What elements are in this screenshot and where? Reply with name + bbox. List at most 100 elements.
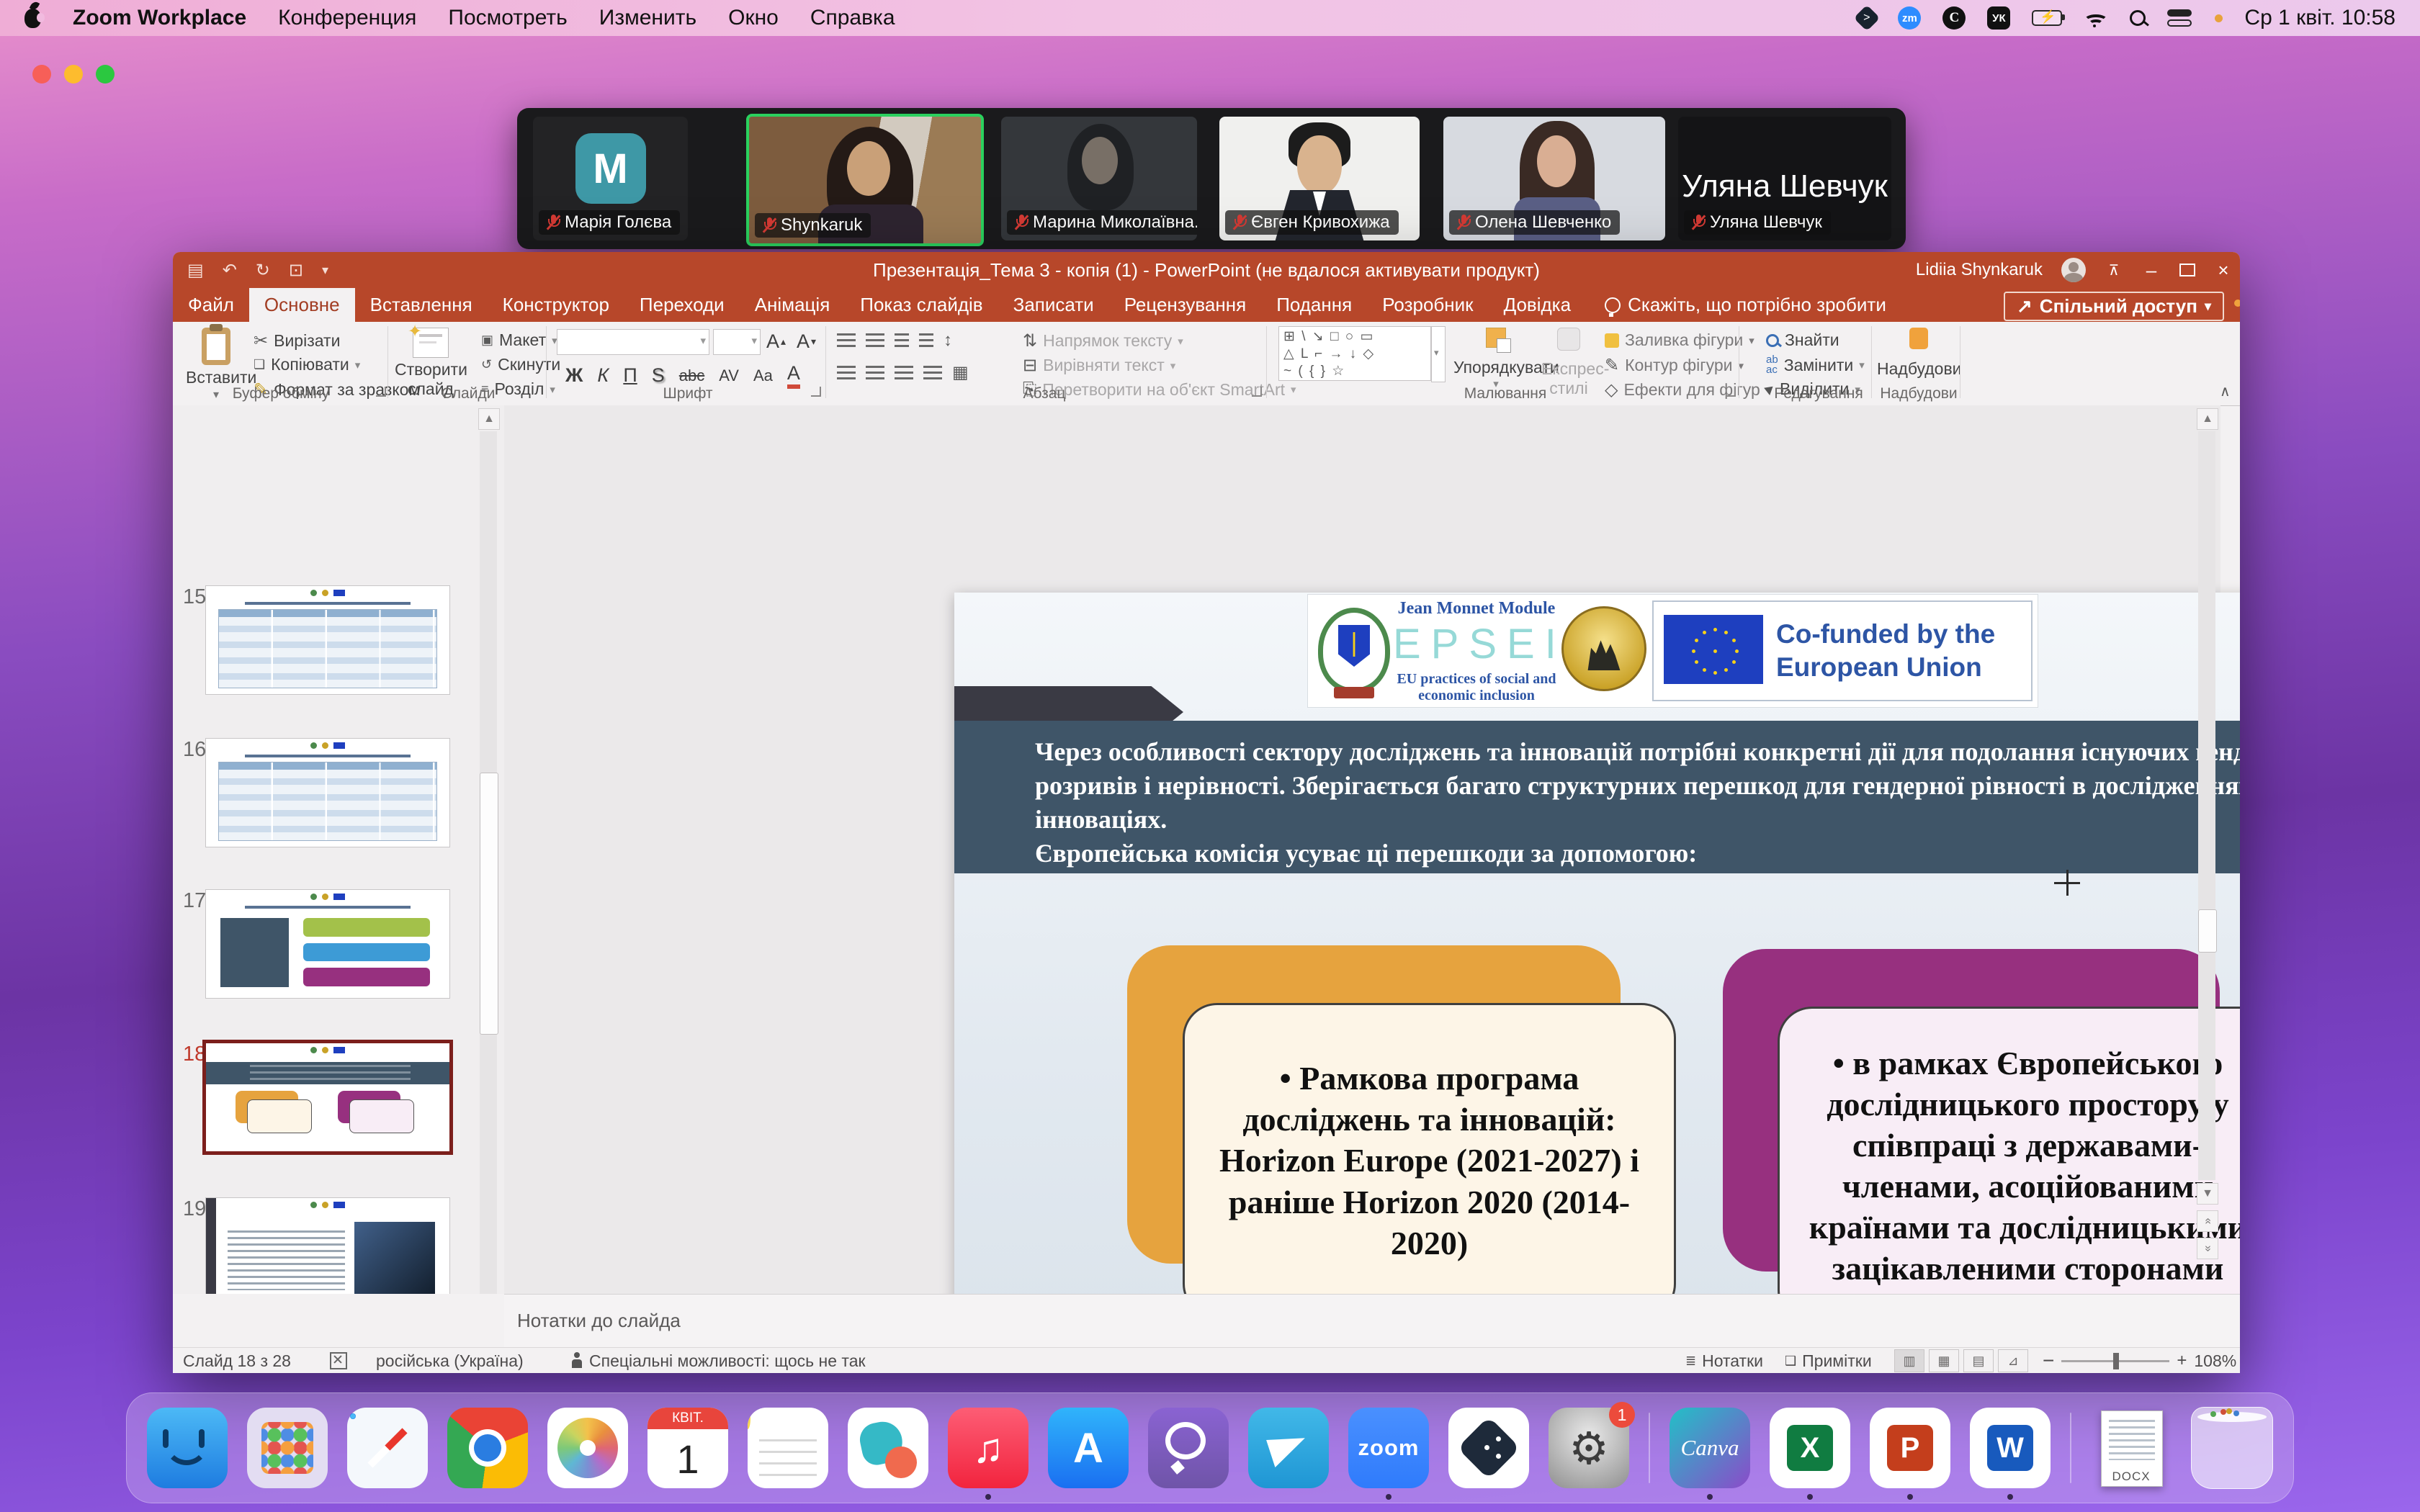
italic-button[interactable]: К	[597, 364, 609, 387]
tab-view[interactable]: Подання	[1261, 288, 1367, 322]
bold-button[interactable]: Ж	[565, 364, 583, 387]
menu-item-view[interactable]: Посмотреть	[448, 6, 567, 30]
wifi-icon[interactable]	[2084, 9, 2108, 27]
slide-thumbnail-18-selected[interactable]	[202, 1040, 453, 1155]
shapes-scroll[interactable]: ▾	[1431, 326, 1446, 382]
font-name-select[interactable]: ▾	[557, 329, 709, 355]
zoom-slider[interactable]	[2061, 1360, 2169, 1362]
share-button[interactable]: ↗ Спільний доступ ▾	[2004, 292, 2224, 321]
dock-trash-icon[interactable]	[2191, 1407, 2273, 1489]
dock-appstore-icon[interactable]: A	[1048, 1408, 1129, 1488]
dock-docx-document-icon[interactable]: DOCX	[2091, 1408, 2172, 1488]
increase-indent-icon[interactable]	[919, 333, 933, 348]
tab-insert[interactable]: Вставлення	[355, 288, 488, 322]
dock-calendar-icon[interactable]: КВІТ. 1	[647, 1408, 728, 1488]
tab-design[interactable]: Конструктор	[488, 288, 624, 322]
zoom-out-button[interactable]: −	[2043, 1349, 2054, 1372]
participant-tile[interactable]: Олена Шевченко	[1443, 117, 1665, 240]
tab-home[interactable]: Основне	[249, 288, 355, 322]
underline-button[interactable]: П	[623, 364, 637, 387]
keyboard-layout-icon[interactable]: УК	[1987, 6, 2010, 30]
slide-thumbnail-16[interactable]	[205, 738, 450, 847]
dock-freeform-icon[interactable]	[848, 1408, 928, 1488]
justify-icon[interactable]	[923, 366, 942, 380]
shrink-font-button[interactable]: A▾	[797, 330, 816, 353]
comments-toggle[interactable]: ❑Примітки	[1785, 1348, 1872, 1373]
cut-button[interactable]: ✂Вирізати	[254, 330, 340, 351]
menu-app-name[interactable]: Zoom Workplace	[73, 6, 246, 30]
normal-view-button[interactable]: ▥	[1894, 1349, 1924, 1372]
menu-item-conference[interactable]: Конференция	[278, 6, 416, 30]
align-text-button[interactable]: ⊟Вирівняти текст▾	[1023, 355, 1175, 376]
dock-powerpoint-icon[interactable]: P	[1870, 1408, 1950, 1488]
close-traffic-light[interactable]	[32, 65, 51, 84]
purple-card[interactable]: • в рамках Європейського дослідницького …	[1778, 1007, 2240, 1325]
dock-excel-icon[interactable]: X	[1770, 1408, 1850, 1488]
zoom-status-icon[interactable]: zm	[1898, 6, 1921, 30]
notes-pane[interactable]: Нотатки до слайда	[504, 1294, 2240, 1347]
slide-thumbnail-15[interactable]	[205, 585, 450, 695]
dock-zoom-icon[interactable]: zoom	[1348, 1408, 1429, 1488]
qat-customize-icon[interactable]: ▾	[322, 263, 328, 278]
dock-share-app-icon[interactable]	[1448, 1408, 1529, 1488]
battery-icon[interactable]: ⚡	[2032, 10, 2062, 26]
fullscreen-traffic-light[interactable]	[96, 65, 115, 84]
tab-file[interactable]: Файл	[173, 288, 249, 322]
account-name[interactable]: Lidiia Shynkaruk	[1916, 260, 2043, 280]
slide-thumbnail-19[interactable]	[205, 1197, 450, 1294]
numbering-icon[interactable]	[866, 333, 884, 348]
line-spacing-icon[interactable]: ↕	[944, 330, 952, 351]
slideshow-view-button[interactable]: ⊿	[1998, 1349, 2028, 1372]
zoom-in-button[interactable]: +	[2177, 1351, 2187, 1371]
align-center-icon[interactable]	[866, 366, 884, 380]
shape-outline-button[interactable]: ✎Контур фігури▾	[1605, 355, 1744, 376]
menu-item-window[interactable]: Окно	[728, 6, 779, 30]
ribbon-display-options-icon[interactable]: ⊼	[2105, 261, 2123, 279]
dock-viber-icon[interactable]	[1148, 1408, 1229, 1488]
find-button[interactable]: Знайти	[1766, 330, 1839, 350]
close-button[interactable]: ×	[2214, 259, 2233, 282]
undo-icon[interactable]: ↶	[223, 260, 237, 281]
save-icon[interactable]: ▤	[187, 260, 204, 281]
dock-chrome-icon[interactable]	[447, 1408, 528, 1488]
status-share-app-icon[interactable]: >	[1854, 5, 1881, 32]
menu-item-help[interactable]: Справка	[810, 6, 895, 30]
redo-icon[interactable]: ↻	[256, 260, 270, 281]
font-size-select[interactable]: ▾	[713, 329, 761, 355]
paragraph-dialog-launcher[interactable]	[1252, 387, 1262, 397]
dock-settings-icon[interactable]: ⚙1	[1549, 1408, 1629, 1488]
dock-finder-icon[interactable]	[147, 1408, 228, 1488]
accessibility-status[interactable]: Спеціальні можливості: щось не так	[570, 1348, 866, 1373]
change-case-button[interactable]: Aa	[753, 366, 773, 385]
participant-tile[interactable]: Євген Кривохижа	[1219, 117, 1420, 240]
collapse-ribbon-icon[interactable]: ∧	[2220, 382, 2231, 400]
slide-canvas[interactable]: Jean Monnet Module EPSEI EU practices of…	[954, 593, 2240, 1373]
slide-sorter-view-button[interactable]: ▦	[1929, 1349, 1959, 1372]
addins-button[interactable]: Надбудови	[1877, 328, 1960, 379]
participant-tile[interactable]: Марина Миколаївна...	[1001, 117, 1197, 240]
character-spacing-button[interactable]: AV	[719, 366, 739, 385]
dock-telegram-icon[interactable]	[1248, 1408, 1329, 1488]
dock-notes-icon[interactable]	[748, 1408, 828, 1488]
bullets-icon[interactable]	[837, 333, 856, 348]
slide-scroll-down[interactable]: ▼	[2197, 1183, 2218, 1205]
font-dialog-launcher[interactable]	[811, 387, 821, 397]
control-center-icon[interactable]	[2167, 9, 2193, 27]
shapes-gallery[interactable]: ⊞ \ ↘ □ ○ ▭ △ L ⌐ → ↓ ◇ ~ ( { } ☆	[1278, 326, 1431, 381]
tab-help[interactable]: Довідка	[1489, 288, 1587, 322]
dock-launchpad-icon[interactable]	[247, 1408, 328, 1488]
account-avatar[interactable]	[2061, 258, 2086, 282]
tab-slideshow[interactable]: Показ слайдів	[845, 288, 998, 322]
restore-button[interactable]	[2179, 264, 2195, 276]
previous-slide-button[interactable]: «	[2197, 1210, 2218, 1232]
tab-developer[interactable]: Розробник	[1367, 288, 1488, 322]
tab-record[interactable]: Записати	[998, 288, 1109, 322]
dock-word-icon[interactable]: W	[1970, 1408, 2051, 1488]
reading-view-button[interactable]: ▤	[1963, 1349, 1994, 1372]
thumb-scroll-up[interactable]: ▲	[478, 408, 500, 430]
start-slideshow-icon[interactable]: ⊡	[289, 260, 303, 281]
participant-tile[interactable]: M Марія Голєва	[533, 117, 688, 240]
strikethrough-button[interactable]: abc	[679, 366, 704, 385]
language-indicator[interactable]: російська (Україна)	[376, 1348, 524, 1373]
arrange-button[interactable]: Упорядкувати ▾	[1453, 328, 1538, 390]
